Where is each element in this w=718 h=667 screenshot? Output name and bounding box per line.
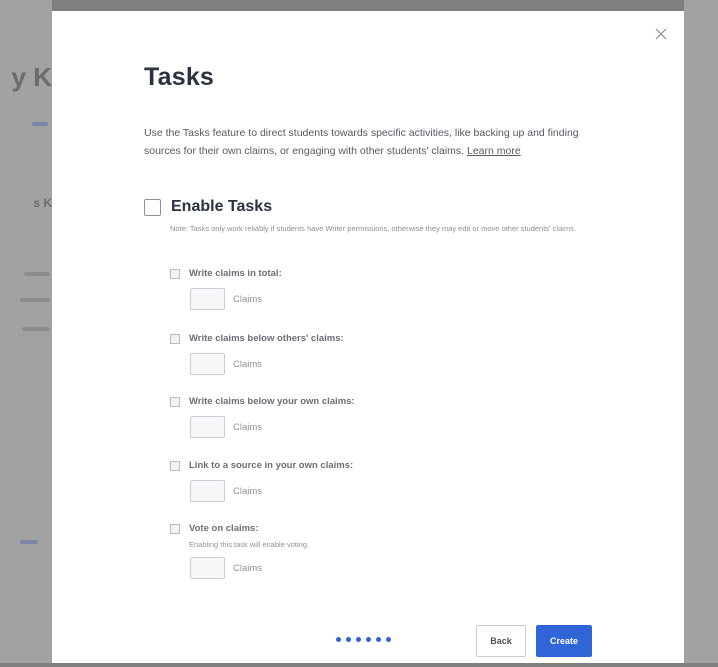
task-label[interactable]: Write claims below your own claims: (189, 396, 355, 407)
task-vote-on-claims: Vote on claims: Enabling this task will … (170, 523, 309, 579)
task-checkbox[interactable] (170, 523, 180, 534)
enable-tasks-row: Enable Tasks (144, 198, 272, 216)
task-link-source: Link to a source in your own claims: Cla… (170, 460, 353, 502)
modal-description: Use the Tasks feature to direct students… (144, 124, 590, 160)
step-dot[interactable] (336, 637, 341, 642)
learn-more-link[interactable]: Learn more (467, 145, 521, 157)
task-label[interactable]: Link to a source in your own claims: (189, 460, 353, 471)
claims-unit-label: Claims (233, 358, 263, 370)
background-link (20, 540, 38, 544)
task-sublabel: Enabling this task will enable voting. (189, 540, 310, 549)
enable-tasks-checkbox[interactable] (144, 198, 161, 216)
claims-unit-label: Claims (233, 485, 263, 497)
task-checkbox[interactable] (170, 268, 180, 279)
background-right-strip (684, 0, 718, 667)
task-checkbox[interactable] (170, 396, 180, 407)
claims-unit-label: Claims (233, 293, 263, 305)
step-dot[interactable] (376, 637, 381, 642)
task-checkbox[interactable] (170, 460, 180, 471)
task-write-claims-below-own: Write claims below your own claims: Clai… (170, 396, 355, 438)
claims-unit-label: Claims (233, 562, 263, 574)
enable-tasks-label[interactable]: Enable Tasks (171, 198, 272, 216)
background-link (32, 122, 48, 126)
tasks-modal: Tasks Use the Tasks feature to direct st… (52, 11, 684, 663)
back-button[interactable]: Back (476, 625, 526, 657)
background-text-line (24, 272, 50, 276)
modal-title: Tasks (144, 63, 215, 91)
claims-count-input[interactable] (190, 557, 225, 579)
step-dot[interactable] (356, 637, 361, 642)
step-indicator (336, 637, 396, 642)
claims-unit-label: Claims (233, 421, 263, 433)
step-dot[interactable] (346, 637, 351, 642)
claims-count-input[interactable] (190, 353, 225, 375)
background-title-fragment: y K (11, 62, 52, 92)
background-heading-fragment: s K (33, 196, 52, 210)
background-bottombar (0, 663, 718, 667)
background-text-line (22, 327, 50, 331)
claims-count-input[interactable] (190, 480, 225, 502)
claims-count-input[interactable] (190, 416, 225, 438)
create-button[interactable]: Create (536, 625, 592, 657)
task-label[interactable]: Vote on claims: (189, 523, 259, 534)
task-write-claims-total: Write claims in total: Claims (170, 268, 282, 310)
task-label[interactable]: Write claims in total: (189, 268, 282, 279)
task-checkbox[interactable] (170, 333, 180, 344)
close-icon[interactable] (654, 27, 668, 41)
background-text-line (20, 298, 50, 302)
step-dot[interactable] (366, 637, 371, 642)
enable-tasks-note: Note: Tasks only work reliably if studen… (170, 224, 576, 233)
background-left-strip: y K s K (0, 0, 52, 667)
task-label[interactable]: Write claims below others' claims: (189, 333, 344, 344)
background-topbar (0, 0, 718, 11)
step-dot[interactable] (386, 637, 391, 642)
claims-count-input[interactable] (190, 288, 225, 310)
task-write-claims-below-others: Write claims below others' claims: Claim… (170, 333, 344, 375)
